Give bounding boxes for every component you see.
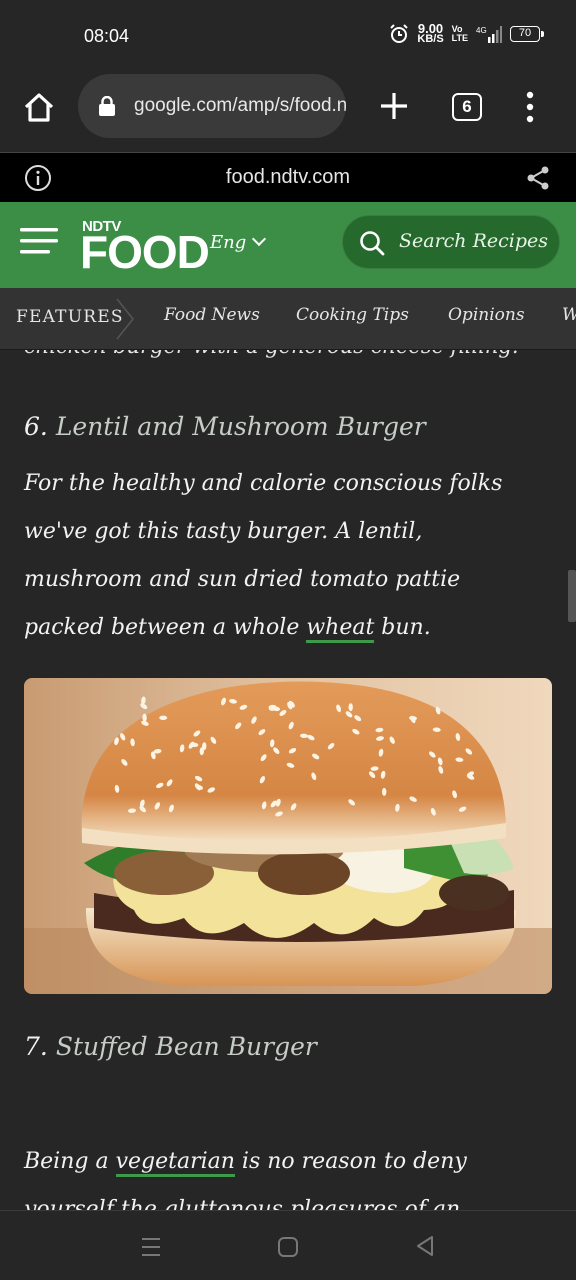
nav-food-news[interactable]: Food News [164,305,260,325]
item-7-line-1-end: is no reason to deny [234,1149,467,1174]
item-7-line-1-start: Being a [24,1149,116,1174]
category-nav: FEATURES Food News Cooking Tips Opinions… [0,288,576,350]
language-selector[interactable]: Eng [210,231,267,253]
item-6-line-3: mushroom and sun dried tomato pattie [24,567,461,592]
language-label: Eng [210,232,247,253]
address-bar[interactable]: google.com/amp/s/food.ndtv.com [78,74,346,138]
wheat-link[interactable]: wheat [306,615,375,643]
item-7-heading: 7. Stuffed Bean Burger [24,1032,317,1061]
status-icons: 9.00 KB/S Vo LTE 4G 70 [389,22,544,45]
network-speed: 9.00 KB/S [417,22,444,45]
item-7-description: Being a vegetarian is no reason to deny … [24,1138,554,1210]
more-options-icon[interactable] [522,90,538,124]
item-6-heading: 6. Lentil and Mushroom Burger [24,412,426,441]
back-icon[interactable] [414,1235,436,1257]
signal-icon: 4G [476,26,502,43]
site-header: NDTV FOOD Eng Search Recipes [0,202,576,288]
lock-icon [99,96,115,116]
paragraph-cutoff-top: chicken burger with a generous cheese fi… [24,350,519,358]
item-7-line-2-cutoff: yourself the gluttonous pleasures of an [24,1197,461,1210]
item-6-line-4-start: packed between a whole [24,615,307,640]
status-time: 08:04 [84,26,130,46]
site-domain[interactable]: food.ndtv.com [0,166,576,189]
nav-features[interactable]: FEATURES [16,307,124,327]
search-recipes-label: Search Recipes [399,230,549,252]
network-type-label: 4G [476,26,487,35]
alarm-icon [390,24,409,43]
item-7-line-1: Being a vegetarian is no reason to deny [24,1138,554,1186]
chevron-down-icon [252,231,267,247]
volte-bottom: LTE [451,33,468,43]
home-icon[interactable] [22,90,56,124]
url-text[interactable]: google.com/amp/s/food.ndtv.com [134,95,346,117]
tab-switcher-button[interactable]: 6 [452,93,482,121]
volte-indicator: Vo LTE [452,25,468,43]
ndtv-food-logo[interactable]: NDTV FOOD [80,218,210,278]
nav-cooking-tips[interactable]: Cooking Tips [296,305,409,325]
item-6-line-1: For the healthy and calorie conscious fo… [24,471,503,496]
item-6-description: For the healthy and calorie conscious fo… [24,460,554,652]
logo-food-text: FOOD [80,226,210,278]
hamburger-menu-icon[interactable] [20,226,58,256]
search-icon [360,231,385,256]
search-recipes-button[interactable]: Search Recipes [342,215,560,269]
chevron-right-icon [116,298,134,340]
item-6-number: 6. [24,412,48,441]
scrollbar-thumb[interactable] [568,570,576,622]
share-icon[interactable] [524,164,552,192]
home-nav-icon[interactable] [277,1236,299,1258]
recent-apps-icon[interactable] [140,1236,162,1258]
battery-icon: 70 [510,26,544,42]
item-6-line-4-end: bun. [374,615,431,640]
amp-site-bar: food.ndtv.com [0,152,576,202]
browser-toolbar: google.com/amp/s/food.ndtv.com 6 [0,72,576,152]
status-bar: 08:04 9.00 KB/S Vo LTE 4G 70 [0,0,576,72]
nav-more-item[interactable]: W [562,305,576,325]
article-content: chicken burger with a generous cheese fi… [0,350,576,1210]
vegetarian-link[interactable]: vegetarian [115,1149,235,1177]
item-6-line-4: packed between a whole wheat bun. [24,604,554,652]
nav-opinions[interactable]: Opinions [448,305,525,325]
new-tab-icon[interactable] [378,90,410,122]
item-7-title: Stuffed Bean Burger [55,1032,317,1061]
network-speed-unit: KB/S [417,33,444,45]
item-7-number: 7. [24,1032,48,1061]
burger-image [24,678,552,994]
item-6-line-2: we've got this tasty burger. A lentil, [24,519,423,544]
system-navigation-bar [0,1210,576,1280]
item-6-title: Lentil and Mushroom Burger [55,412,426,441]
